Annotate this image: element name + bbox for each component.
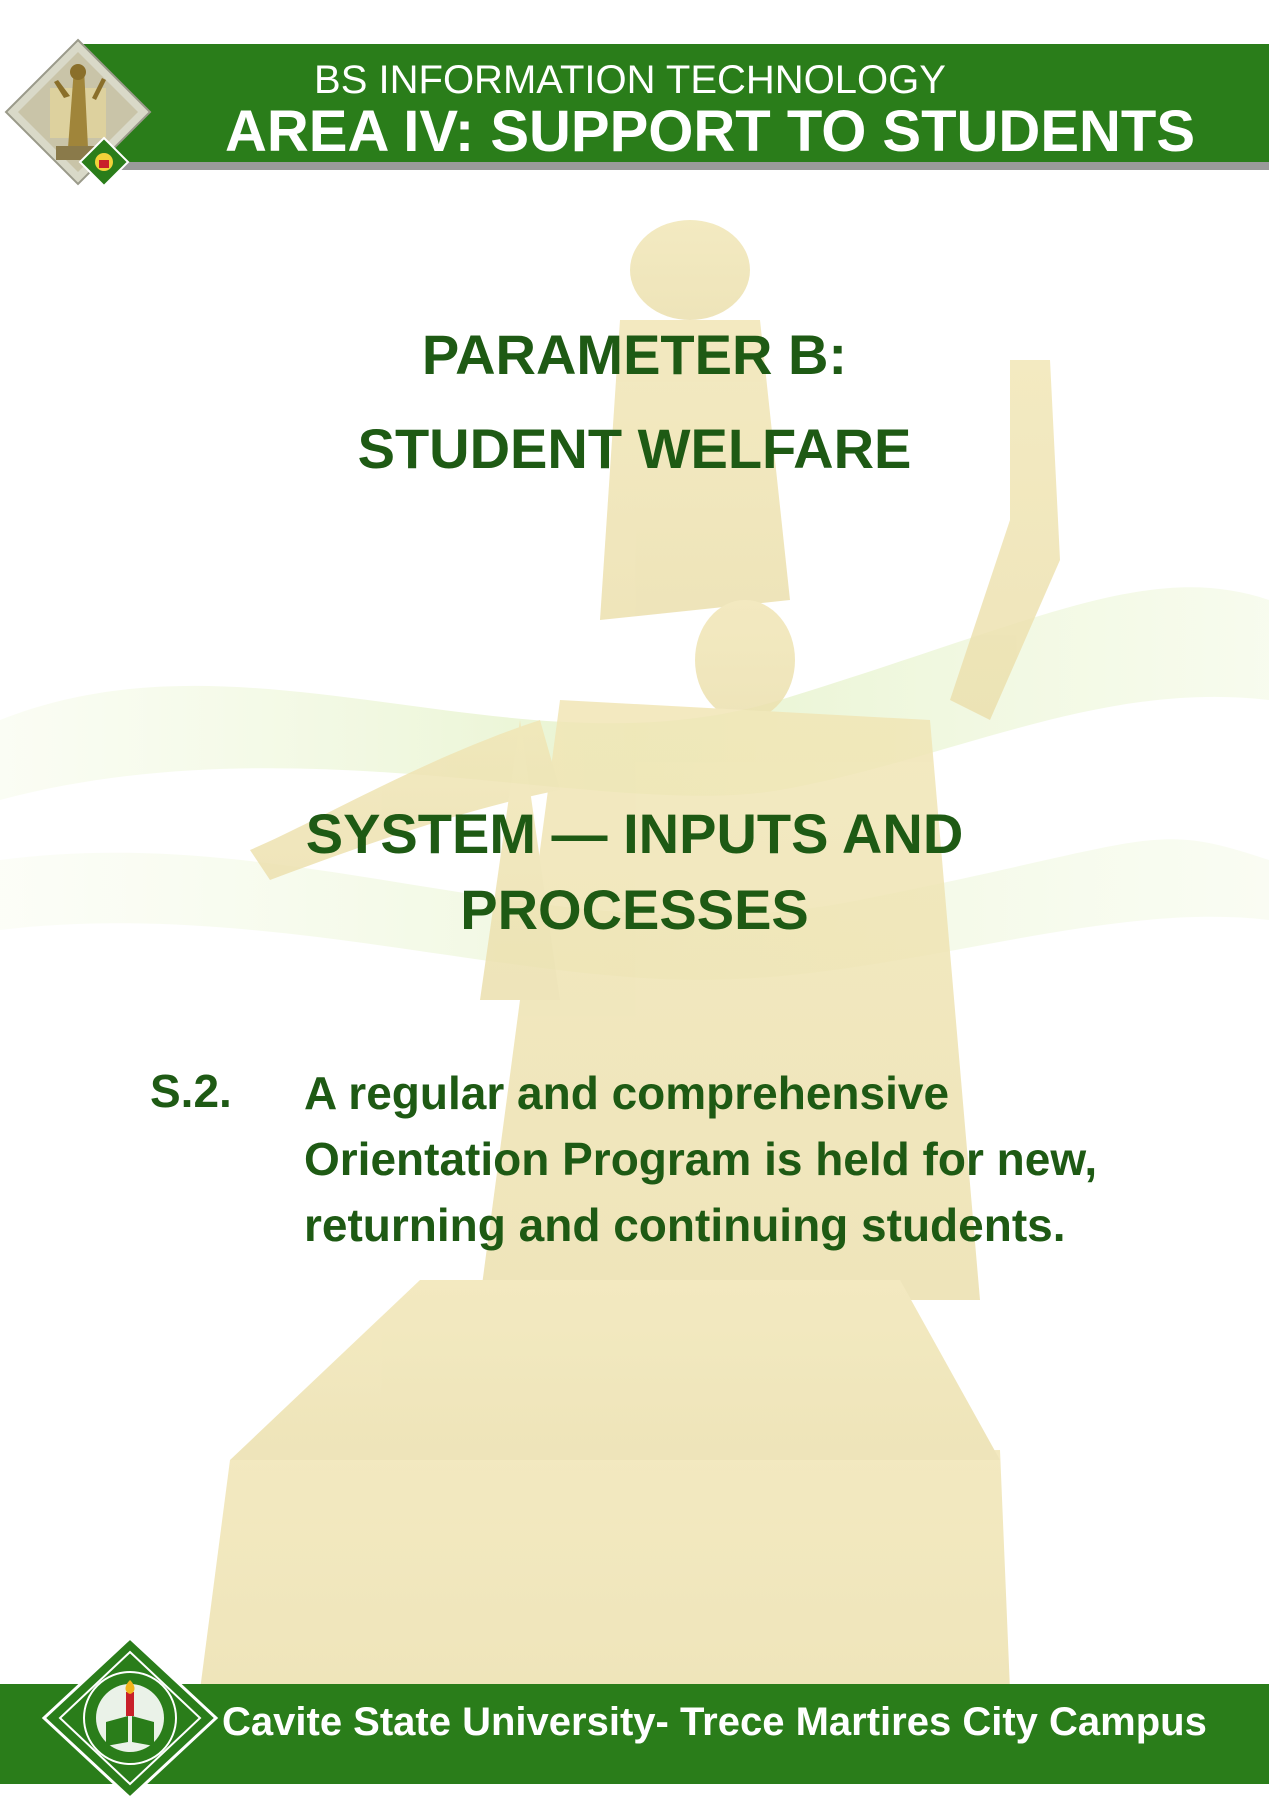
statue-logo-icon bbox=[4, 38, 152, 186]
footer-campus: Cavite State University- Trece Martires … bbox=[222, 1700, 1207, 1744]
item-text: A regular and comprehensive Orientation … bbox=[304, 1067, 1098, 1251]
area-title: AREA IV: SUPPORT TO STUDENTS bbox=[225, 99, 1195, 164]
section-heading: SYSTEM — INPUTS AND PROCESSES bbox=[0, 796, 1269, 948]
section-heading-line2: PROCESSES bbox=[460, 878, 809, 941]
parameter-subtitle: STUDENT WELFARE bbox=[357, 417, 912, 480]
program-name: BS INFORMATION TECHNOLOGY bbox=[314, 58, 946, 102]
parameter-title: PARAMETER B: bbox=[421, 323, 848, 386]
section-heading-line1: SYSTEM — INPUTS AND bbox=[305, 802, 964, 865]
item-number: S.2. bbox=[150, 1065, 232, 1117]
university-seal-icon bbox=[41, 1636, 219, 1800]
